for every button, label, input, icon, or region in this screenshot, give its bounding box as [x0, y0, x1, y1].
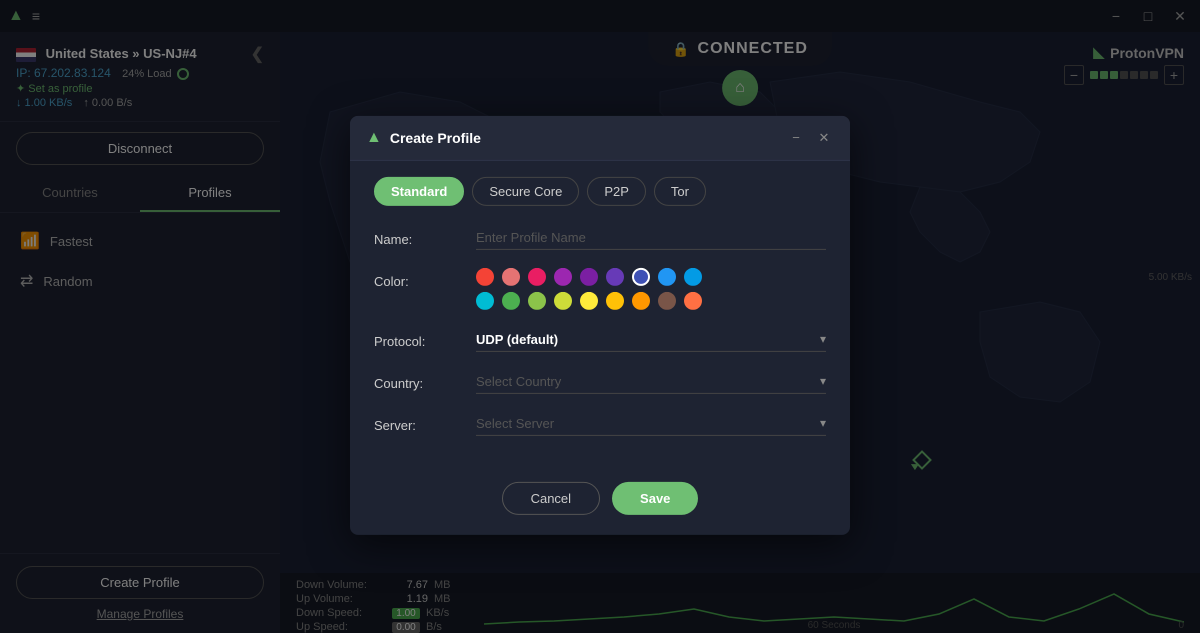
dialog-close-button[interactable]: ✕	[814, 127, 834, 147]
cancel-button[interactable]: Cancel	[502, 481, 600, 514]
protocol-label: Protocol:	[374, 327, 464, 348]
dialog-title: ▲ Create Profile	[366, 128, 481, 146]
tab-p2p[interactable]: P2P	[587, 176, 646, 205]
color-dot-lightgreen[interactable]	[528, 291, 546, 309]
country-row: Country: Select Country ▾	[374, 369, 826, 393]
color-dot-blue[interactable]	[658, 267, 676, 285]
color-dot-darkpurple[interactable]	[580, 267, 598, 285]
country-dropdown-arrow: ▾	[820, 374, 826, 388]
color-dot-indigo[interactable]	[632, 267, 650, 285]
save-button[interactable]: Save	[612, 481, 698, 514]
dialog-title-text: Create Profile	[390, 129, 481, 145]
dialog-controls: − ✕	[786, 127, 834, 147]
protocol-control: UDP (default) ▾	[476, 327, 826, 351]
tab-standard[interactable]: Standard	[374, 176, 464, 205]
server-label: Server:	[374, 411, 464, 432]
color-label: Color:	[374, 267, 464, 288]
country-control: Select Country ▾	[476, 369, 826, 393]
dialog-body: Standard Secure Core P2P Tor Name: Color…	[350, 160, 850, 473]
color-row-1	[476, 267, 826, 285]
color-row-2	[476, 291, 826, 309]
color-dot-brown[interactable]	[658, 291, 676, 309]
color-dot-lime[interactable]	[554, 291, 572, 309]
tab-tor[interactable]: Tor	[654, 176, 706, 205]
server-row: Server: Select Server ▾	[374, 411, 826, 435]
color-dot-cyan[interactable]	[476, 291, 494, 309]
server-control: Select Server ▾	[476, 411, 826, 435]
name-input[interactable]	[476, 225, 826, 249]
server-select[interactable]: Select Server ▾	[476, 411, 826, 435]
dialog-minimize-button[interactable]: −	[786, 127, 806, 147]
color-dot-orange[interactable]	[632, 291, 650, 309]
name-label: Name:	[374, 225, 464, 246]
server-placeholder: Select Server	[476, 415, 820, 430]
color-dot-yellow[interactable]	[580, 291, 598, 309]
country-label: Country:	[374, 369, 464, 390]
name-control	[476, 225, 826, 249]
protocol-row: Protocol: UDP (default) ▾	[374, 327, 826, 351]
color-dot-deeppurple[interactable]	[606, 267, 624, 285]
color-dot-amber[interactable]	[606, 291, 624, 309]
dialog-footer: Cancel Save	[350, 473, 850, 534]
name-row: Name:	[374, 225, 826, 249]
profile-tabs: Standard Secure Core P2P Tor	[374, 176, 826, 205]
dialog-proton-icon: ▲	[366, 128, 382, 146]
protocol-value: UDP (default)	[476, 331, 820, 346]
color-picker	[476, 267, 826, 309]
color-dot-green[interactable]	[502, 291, 520, 309]
color-dot-lightblue[interactable]	[684, 267, 702, 285]
color-dot-pink[interactable]	[528, 267, 546, 285]
dialog-titlebar: ▲ Create Profile − ✕	[350, 115, 850, 160]
color-row: Color:	[374, 267, 826, 309]
color-dot-red[interactable]	[476, 267, 494, 285]
protocol-dropdown-arrow: ▾	[820, 332, 826, 346]
country-placeholder: Select Country	[476, 373, 820, 388]
tab-secure-core[interactable]: Secure Core	[472, 176, 579, 205]
color-dot-deeporange[interactable]	[684, 291, 702, 309]
create-profile-dialog: ▲ Create Profile − ✕ Standard Secure Cor…	[350, 115, 850, 534]
color-dot-lightred[interactable]	[502, 267, 520, 285]
country-select[interactable]: Select Country ▾	[476, 369, 826, 393]
protocol-select[interactable]: UDP (default) ▾	[476, 327, 826, 351]
server-dropdown-arrow: ▾	[820, 416, 826, 430]
color-dot-purple[interactable]	[554, 267, 572, 285]
